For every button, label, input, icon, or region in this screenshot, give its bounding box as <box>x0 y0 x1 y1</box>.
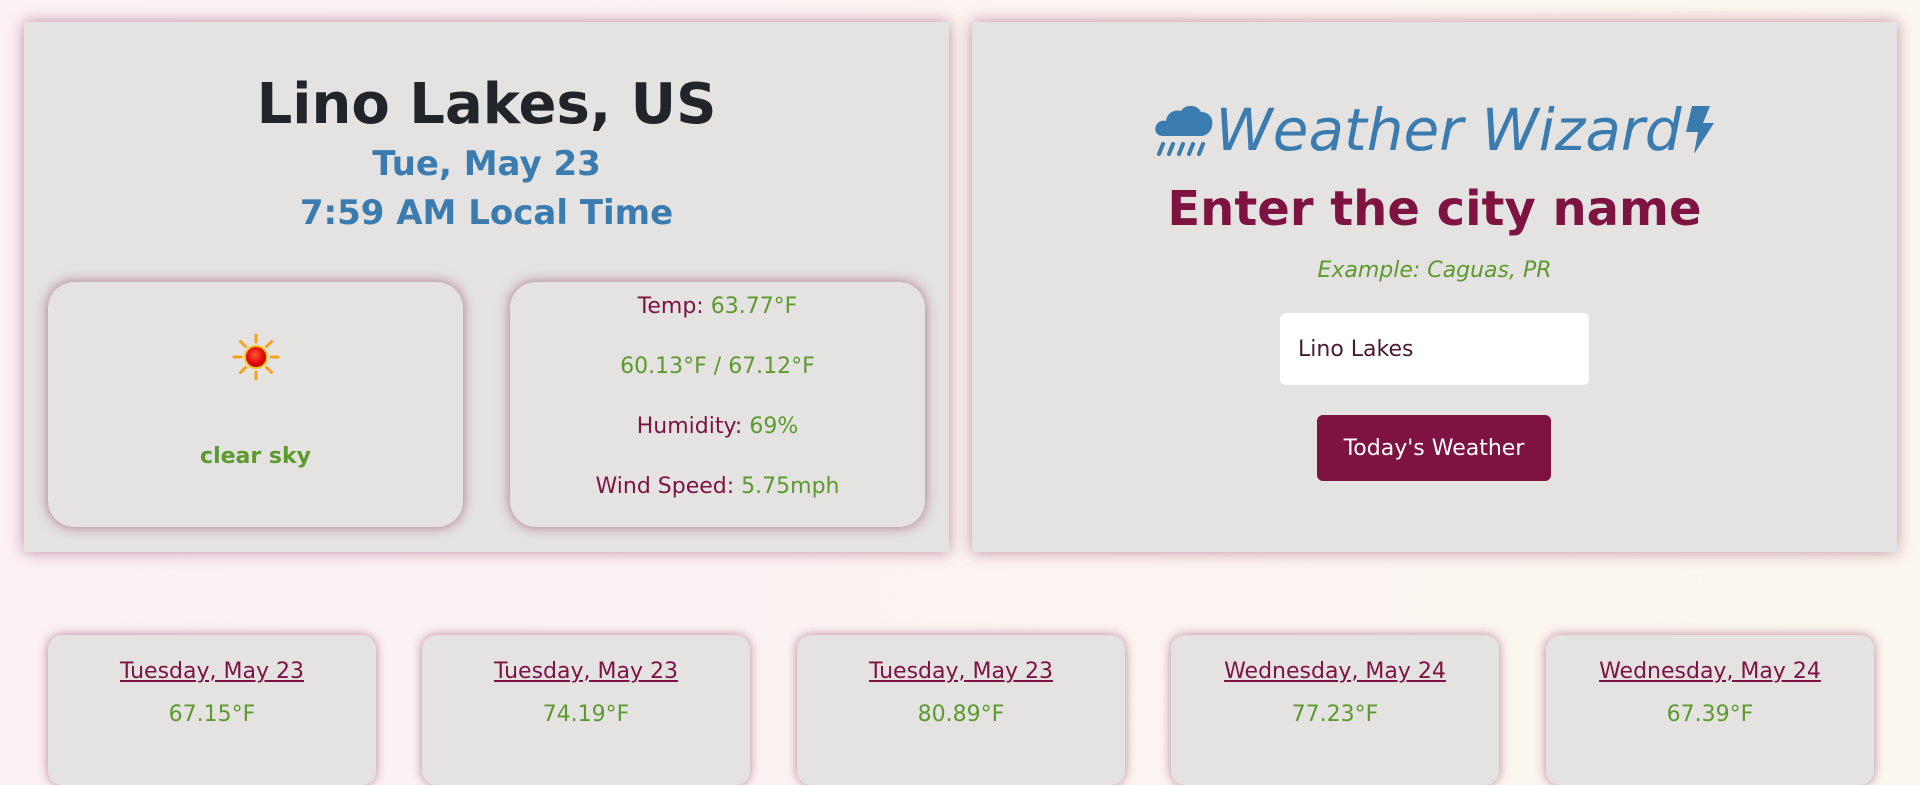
forecast-temp: 67.15°F <box>168 702 256 727</box>
forecast-day-link[interactable]: Tuesday, May 23 <box>797 659 1125 684</box>
brand-header: Weather Wizard <box>972 100 1897 160</box>
forecast-temp: 77.23°F <box>1291 702 1379 727</box>
humidity-label: Humidity: <box>636 414 743 439</box>
app-title: Weather Wizard <box>1215 96 1682 164</box>
city-title: Lino Lakes, US <box>256 72 717 137</box>
forecast-card: Wednesday, May 24 77.23°F <box>1171 635 1499 785</box>
min-max-stat: 60.13°F / 67.12°F <box>510 356 925 378</box>
temperature-stat: Temp: 63.77°F <box>510 296 925 318</box>
forecast-card: Tuesday, May 23 80.89°F <box>797 635 1125 785</box>
wind-speed-stat: Wind Speed: 5.75mph <box>510 476 925 498</box>
forecast-temp: 80.89°F <box>917 702 1005 727</box>
lightning-bolt-icon <box>1682 104 1716 156</box>
sun-icon <box>232 333 280 381</box>
search-prompt: Enter the city name <box>1167 181 1702 237</box>
wind-speed-value: 5.75mph <box>741 474 840 499</box>
stats-card: Temp: 63.77°F 60.13°F / 67.12°F Humidity… <box>510 282 925 527</box>
local-time: 7:59 AM Local Time <box>299 193 674 233</box>
forecast-day-link[interactable]: Wednesday, May 24 <box>1546 659 1874 684</box>
search-panel: Weather Wizard Enter the city name Examp… <box>972 22 1897 552</box>
todays-weather-button[interactable]: Today's Weather <box>1317 415 1551 481</box>
city-search-input[interactable] <box>1280 313 1589 385</box>
forecast-card: Wednesday, May 24 67.39°F <box>1546 635 1874 785</box>
temperature-label: Temp: <box>637 294 704 319</box>
search-example-hint: Example: Caguas, PR <box>1317 258 1552 283</box>
forecast-day-link[interactable]: Wednesday, May 24 <box>1171 659 1499 684</box>
wind-speed-label: Wind Speed: <box>595 474 735 499</box>
min-max-value: 60.13°F / 67.12°F <box>620 354 815 379</box>
humidity-stat: Humidity: 69% <box>510 416 925 438</box>
current-weather-panel: Lino Lakes, US Tue, May 23 7:59 AM Local… <box>24 22 949 552</box>
cloud-rain-icon <box>1153 100 1215 160</box>
forecast-temp: 74.19°F <box>542 702 630 727</box>
humidity-value: 69% <box>749 414 799 439</box>
forecast-day-link[interactable]: Tuesday, May 23 <box>422 659 750 684</box>
condition-description: clear sky <box>200 444 311 469</box>
forecast-card: Tuesday, May 23 67.15°F <box>48 635 376 785</box>
forecast-temp: 67.39°F <box>1666 702 1754 727</box>
forecast-card: Tuesday, May 23 74.19°F <box>422 635 750 785</box>
temperature-value: 63.77°F <box>710 294 798 319</box>
condition-card: clear sky <box>48 282 463 527</box>
current-date: Tue, May 23 <box>372 144 601 184</box>
forecast-day-link[interactable]: Tuesday, May 23 <box>48 659 376 684</box>
